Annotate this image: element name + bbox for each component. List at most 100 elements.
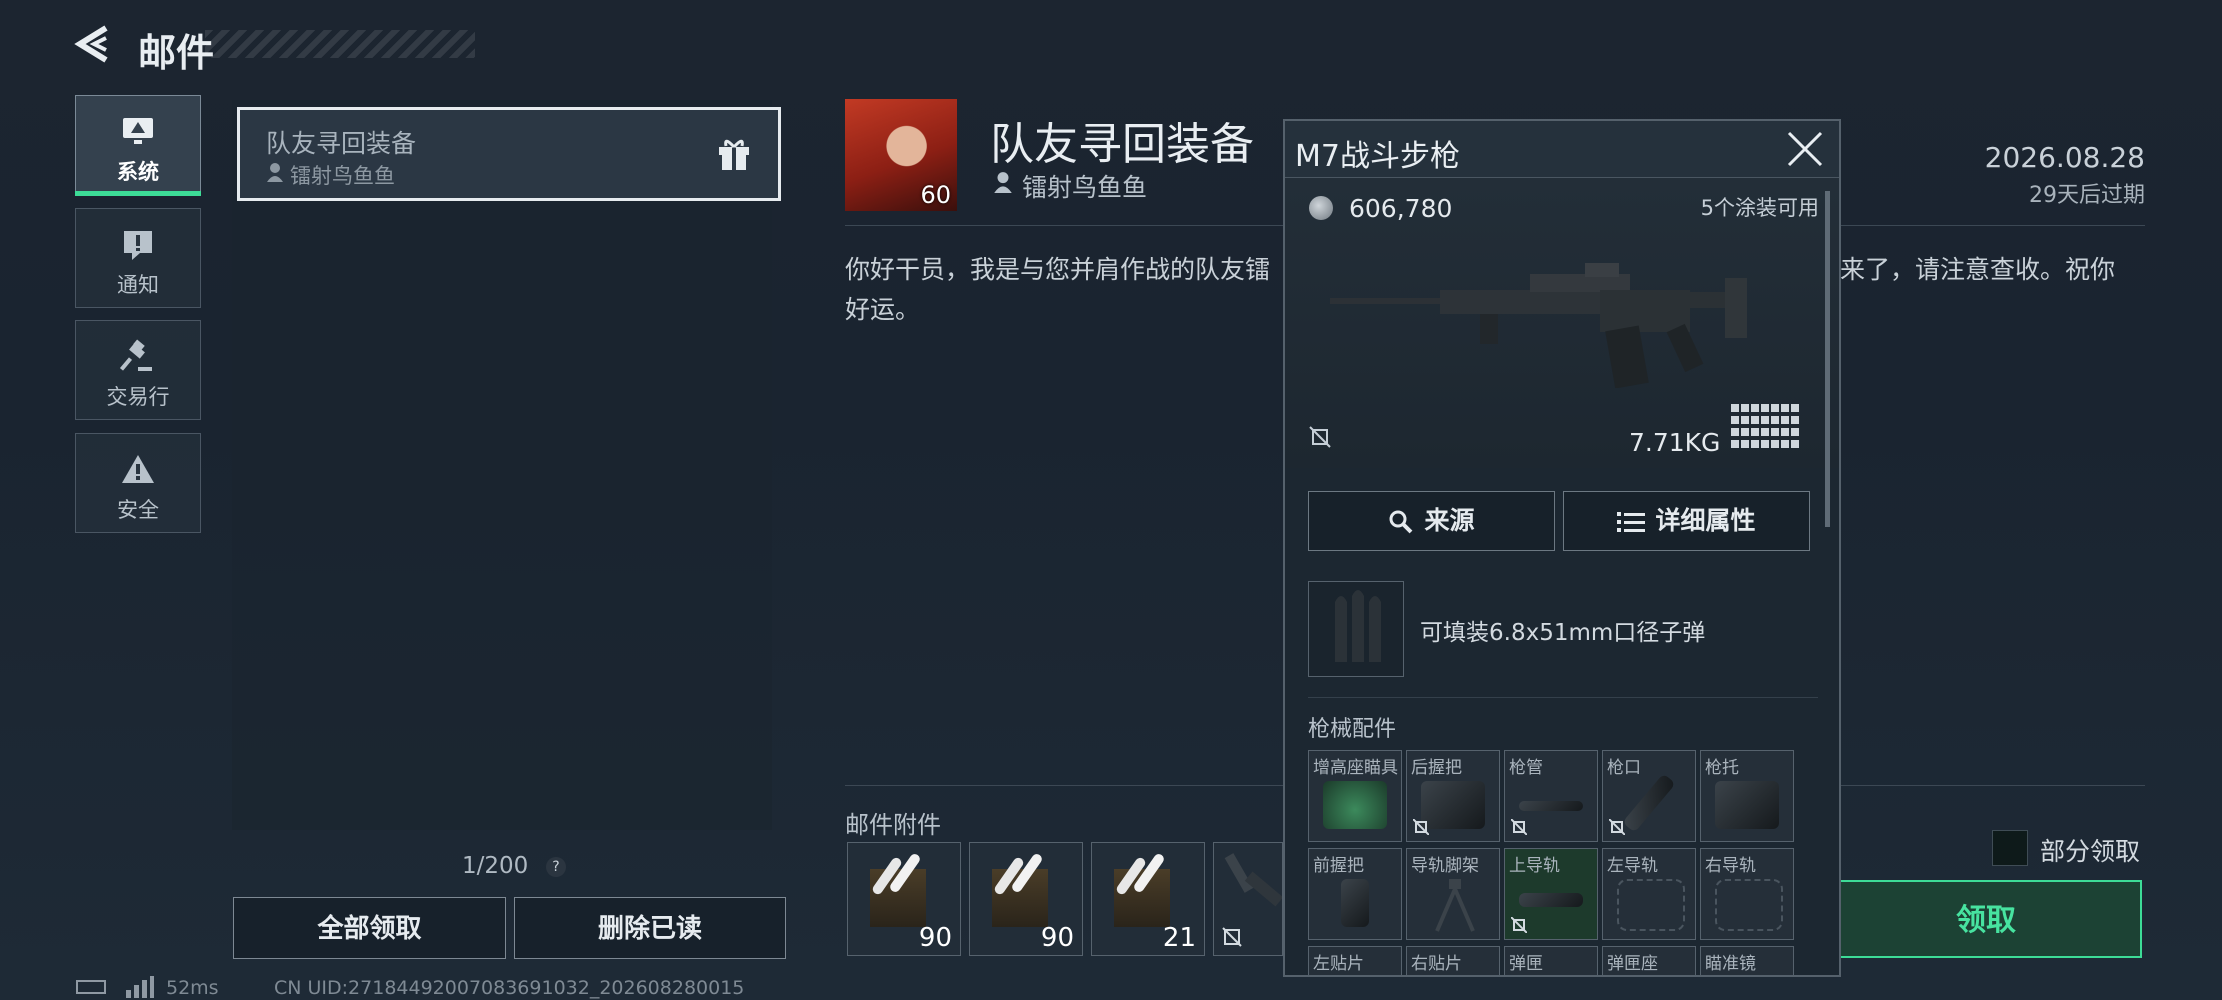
signal-icon (126, 976, 154, 998)
monitor-icon (123, 118, 153, 144)
no-trade-icon (1413, 819, 1429, 835)
sidebar-item-notification[interactable]: 通知 (75, 208, 201, 308)
battery-icon (76, 980, 106, 994)
accessory-slot-left-patch[interactable]: 左贴片 (1308, 946, 1402, 975)
detail-attributes-label: 详细属性 (1655, 506, 1756, 535)
claim-all-button[interactable]: 全部领取 (233, 897, 506, 959)
attachment-item[interactable]: 21 (1091, 842, 1205, 956)
mail-title: 队友寻回装备 (990, 119, 1254, 170)
sidebar-item-system[interactable]: 系统 (75, 95, 201, 196)
foregrip-icon (1341, 879, 1369, 927)
mail-expire: 29天后过期 (2029, 183, 2145, 208)
back-button[interactable] (72, 22, 116, 66)
accessory-slot-foregrip[interactable]: 前握把 (1308, 848, 1402, 940)
slot-label: 增高座瞄具 (1313, 758, 1398, 778)
search-icon (1389, 510, 1413, 534)
detail-attributes-button[interactable]: 详细属性 (1563, 491, 1810, 551)
mail-date: 2026.08.28 (1984, 141, 2145, 174)
scrollbar[interactable] (1825, 191, 1830, 527)
accessory-slot-barrel[interactable]: 枪管 (1504, 750, 1598, 842)
ammo-compatibility-text: 可填装6.8x51mm口径子弹 (1420, 620, 1706, 646)
slot-label: 后握把 (1411, 758, 1462, 778)
bullets-icon (1335, 590, 1381, 662)
muzzle-icon (1622, 773, 1676, 833)
accessory-slot-right-patch[interactable]: 右贴片 (1406, 946, 1500, 975)
popup-header: M7战斗步枪 (1285, 121, 1839, 178)
rail-placeholder-icon (1715, 879, 1783, 931)
help-icon[interactable]: ? (546, 857, 566, 877)
weapon-price: 606,780 (1349, 194, 1453, 223)
inventory-size-icon (1731, 404, 1799, 448)
person-icon (267, 163, 283, 182)
accessory-slot-muzzle[interactable]: 枪口 (1602, 750, 1696, 842)
accessory-slot-top-rail[interactable]: 上导轨 (1504, 848, 1598, 940)
no-trade-icon (1511, 917, 1527, 933)
slot-label: 枪托 (1705, 758, 1739, 778)
person-icon (994, 172, 1012, 193)
no-trade-icon (1511, 819, 1527, 835)
mail-body-continued: 来了，请注意查收。祝你 (1840, 255, 2116, 284)
rail-icon (1519, 893, 1583, 907)
slot-label: 导轨脚架 (1411, 856, 1479, 876)
sidebar-item-security[interactable]: 安全 (75, 433, 201, 533)
sight-icon (1323, 781, 1387, 829)
accessory-slot-scope[interactable]: 瞄准镜 (1700, 946, 1794, 975)
ping-text: 52ms (166, 977, 219, 999)
mail-sender: 镭射鸟鱼鱼 (1022, 173, 1148, 202)
accessory-slot-mag-well[interactable]: 弹匣座 (1602, 946, 1696, 975)
slot-label: 右导轨 (1705, 856, 1756, 876)
grip-icon (1421, 781, 1485, 829)
accessory-slot-right-rail[interactable]: 右导轨 (1700, 848, 1794, 940)
delete-read-button[interactable]: 删除已读 (514, 897, 786, 959)
sidebar-item-label: 系统 (117, 160, 159, 184)
warning-triangle-icon (122, 455, 154, 483)
barrel-icon (1519, 801, 1583, 811)
mail-body-line: 好运。 (845, 295, 921, 324)
accessory-slot-rear-grip[interactable]: 后握把 (1406, 750, 1500, 842)
slot-label: 枪管 (1509, 758, 1543, 778)
partial-claim-label: 部分领取 (2040, 837, 2141, 866)
list-icon (1617, 512, 1646, 532)
sidebar-item-trade[interactable]: 交易行 (75, 320, 201, 420)
mail-body: 你好干员，我是与您并肩作战的队友镭 好运。 (845, 250, 1285, 330)
attachment-quantity: 90 (1040, 923, 1074, 953)
no-trade-icon (1222, 927, 1242, 947)
attachments-label: 邮件附件 (845, 811, 941, 839)
slot-label: 左导轨 (1607, 856, 1658, 876)
close-icon[interactable] (1785, 129, 1825, 169)
uid-text: CN UID:27184492007083691032_202608280015 (274, 977, 745, 999)
chevron-left-icon (74, 25, 108, 63)
accessory-slot-stock[interactable]: 枪托 (1700, 750, 1794, 842)
avatar-level: 60 (920, 181, 951, 209)
attachment-quantity: 21 (1162, 923, 1196, 953)
page-title: 邮件 (138, 31, 215, 75)
slot-label: 右贴片 (1411, 954, 1462, 974)
accessory-slot-left-rail[interactable]: 左导轨 (1602, 848, 1696, 940)
ammo-slot[interactable] (1308, 581, 1404, 677)
divider (1308, 697, 1818, 698)
ammo-box-icon (1114, 869, 1170, 927)
skins-available[interactable]: 5个涂装可用 (1701, 192, 1819, 222)
sender-avatar: 60 (845, 99, 957, 211)
rail-placeholder-icon (1617, 879, 1685, 931)
sidebar-item-label: 安全 (117, 498, 159, 522)
weapon-popup: M7战斗步枪 606,780 5个涂装可用 7.71KG 来源 详细属性 可填装… (1283, 119, 1841, 977)
alert-bubble-icon (124, 231, 152, 260)
source-button[interactable]: 来源 (1308, 491, 1555, 551)
source-button-label: 来源 (1424, 506, 1475, 535)
accessory-slot-bipod[interactable]: 导轨脚架 (1406, 848, 1500, 940)
accessory-slot-magazine[interactable]: 弹匣 (1504, 946, 1598, 975)
mail-count: 1/200 (462, 853, 529, 879)
mail-item-title: 队友寻回装备 (266, 129, 417, 158)
accessories-label: 枪械配件 (1308, 717, 1397, 742)
mail-list-item[interactable]: 队友寻回装备 镭射鸟鱼鱼 (237, 107, 781, 201)
attachment-item[interactable] (1213, 842, 1283, 956)
slot-label: 上导轨 (1509, 856, 1560, 876)
attachment-item[interactable]: 90 (969, 842, 1083, 956)
partial-claim-checkbox[interactable] (1992, 830, 2028, 866)
attachment-item[interactable]: 90 (847, 842, 961, 956)
sidebar-item-label: 通知 (117, 273, 159, 297)
claim-button[interactable]: 领取 (1830, 880, 2142, 958)
sidebar-item-label: 交易行 (106, 385, 170, 409)
accessory-slot-riser-sight[interactable]: 增高座瞄具 (1308, 750, 1402, 842)
